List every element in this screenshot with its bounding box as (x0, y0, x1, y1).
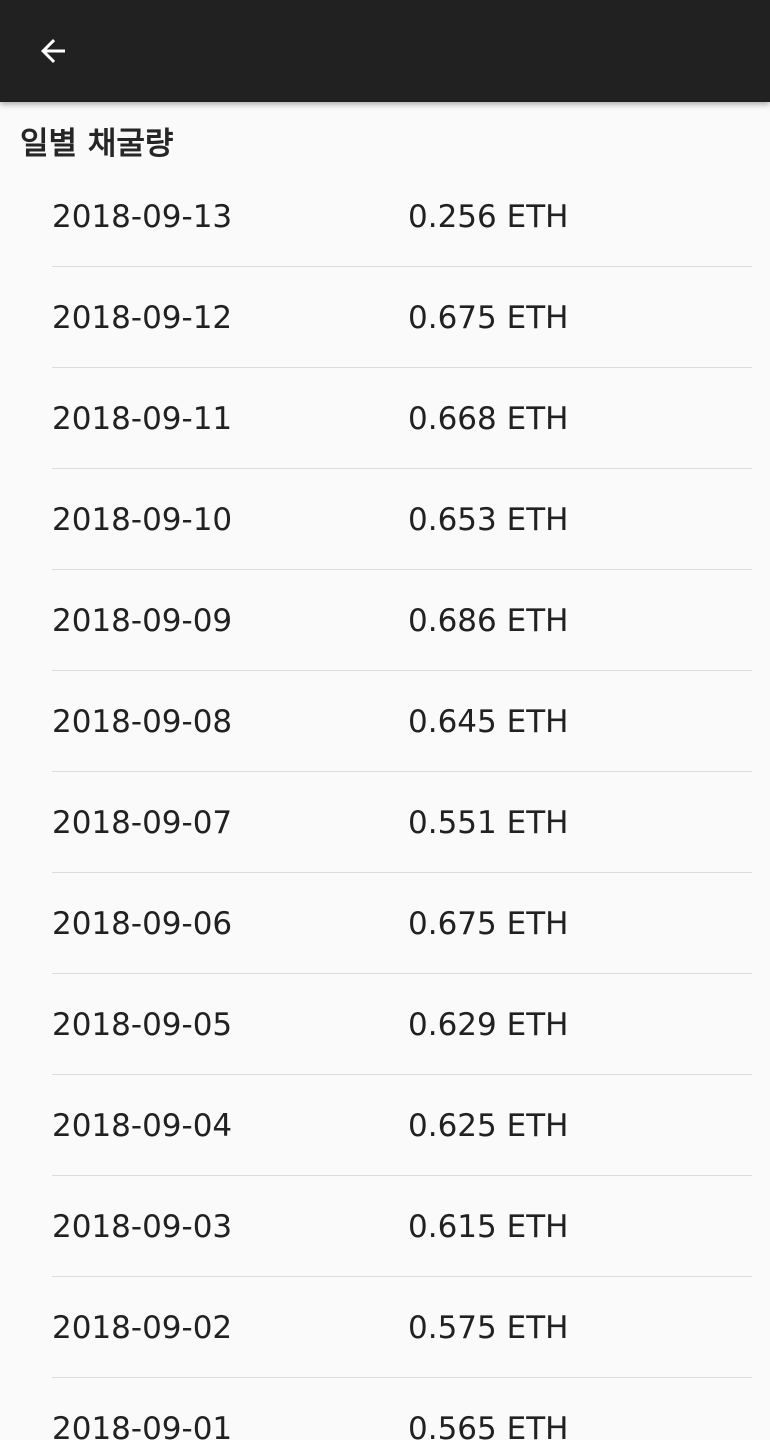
item-amount: 0.653 ETH (408, 502, 569, 538)
item-date: 2018-09-09 (52, 603, 233, 639)
back-button[interactable] (22, 20, 84, 82)
list-item[interactable]: 2018-09-11 0.668 ETH (52, 368, 752, 469)
item-amount: 0.615 ETH (408, 1209, 569, 1245)
app-bar (0, 0, 770, 102)
list-item[interactable]: 2018-09-04 0.625 ETH (52, 1075, 752, 1176)
list-item[interactable]: 2018-09-03 0.615 ETH (52, 1176, 752, 1277)
item-amount: 0.675 ETH (408, 906, 569, 942)
item-amount: 0.575 ETH (408, 1310, 569, 1346)
item-date: 2018-09-01 (52, 1411, 233, 1440)
list-item[interactable]: 2018-09-08 0.645 ETH (52, 671, 752, 772)
item-date: 2018-09-12 (52, 300, 233, 336)
list-item[interactable]: 2018-09-01 0.565 ETH (52, 1378, 752, 1440)
item-amount: 0.645 ETH (408, 704, 569, 740)
item-date: 2018-09-10 (52, 502, 233, 538)
item-date: 2018-09-04 (52, 1108, 233, 1144)
item-amount: 0.668 ETH (408, 401, 569, 437)
list-item[interactable]: 2018-09-13 0.256 ETH (52, 166, 752, 267)
list-item[interactable]: 2018-09-09 0.686 ETH (52, 570, 752, 671)
item-amount: 0.565 ETH (408, 1411, 569, 1440)
item-date: 2018-09-11 (52, 401, 233, 437)
arrow-left-icon (41, 39, 65, 63)
daily-mining-list: 2018-09-13 0.256 ETH 2018-09-12 0.675 ET… (52, 166, 752, 1440)
content-area: 일별 채굴량 2018-09-13 0.256 ETH 2018-09-12 0… (0, 102, 770, 1440)
item-date: 2018-09-06 (52, 906, 233, 942)
item-date: 2018-09-13 (52, 199, 233, 235)
item-amount: 0.625 ETH (408, 1108, 569, 1144)
item-date: 2018-09-03 (52, 1209, 233, 1245)
section-title: 일별 채굴량 (20, 126, 174, 162)
item-date: 2018-09-02 (52, 1310, 233, 1346)
item-amount: 0.551 ETH (408, 805, 569, 841)
item-amount: 0.256 ETH (408, 199, 569, 235)
list-item[interactable]: 2018-09-02 0.575 ETH (52, 1277, 752, 1378)
list-item[interactable]: 2018-09-10 0.653 ETH (52, 469, 752, 570)
item-date: 2018-09-07 (52, 805, 233, 841)
list-item[interactable]: 2018-09-06 0.675 ETH (52, 873, 752, 974)
list-item[interactable]: 2018-09-05 0.629 ETH (52, 974, 752, 1075)
list-item[interactable]: 2018-09-07 0.551 ETH (52, 772, 752, 873)
item-date: 2018-09-08 (52, 704, 233, 740)
list-item[interactable]: 2018-09-12 0.675 ETH (52, 267, 752, 368)
item-amount: 0.675 ETH (408, 300, 569, 336)
item-date: 2018-09-05 (52, 1007, 233, 1043)
item-amount: 0.686 ETH (408, 603, 569, 639)
item-amount: 0.629 ETH (408, 1007, 569, 1043)
